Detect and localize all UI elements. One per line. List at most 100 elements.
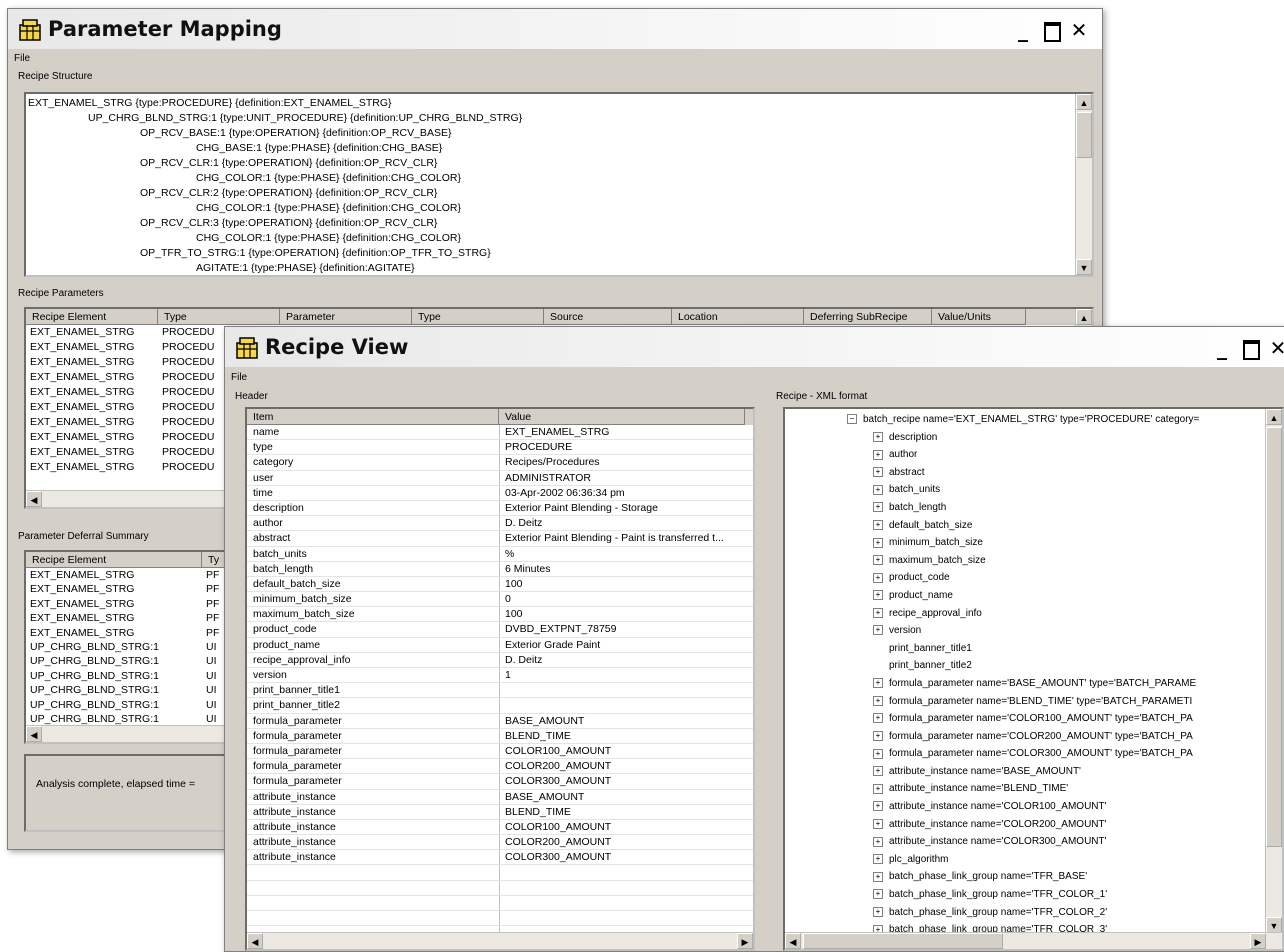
expand-icon[interactable]: +	[873, 431, 883, 442]
column-header[interactable]: Item	[247, 409, 499, 425]
xml-node[interactable]: + maximum_batch_size	[847, 552, 1266, 570]
table-row[interactable]: EXT_ENAMEL_STRG PROCEDU	[30, 460, 222, 475]
table-row[interactable]: attribute_instance COLOR200_AMOUNT	[247, 835, 753, 851]
column-header[interactable]: Type	[412, 309, 544, 325]
expand-icon[interactable]: +	[873, 695, 883, 706]
xml-root-node[interactable]: − batch_recipe name='EXT_ENAMEL_STRG' typ…	[847, 411, 1266, 429]
xml-node[interactable]: print_banner_title2	[847, 657, 1266, 675]
table-row[interactable]: EXT_ENAMEL_STRG PROCEDU	[30, 325, 222, 340]
xml-node[interactable]: + batch_phase_link_group name='TFR_COLOR_…	[847, 904, 1266, 922]
maximize-button[interactable]	[1237, 337, 1263, 360]
expand-icon[interactable]: +	[873, 783, 883, 794]
table-row[interactable]: UP_CHRG_BLND_STRG:1 UI	[30, 654, 246, 668]
structure-vertical-scrollbar[interactable]: ▲ ▼	[1075, 94, 1092, 275]
table-row[interactable]: type PROCEDURE	[247, 440, 753, 456]
table-row[interactable]: EXT_ENAMEL_STRG PROCEDU	[30, 340, 222, 355]
table-row[interactable]: attribute_instance BLEND_TIME	[247, 805, 753, 820]
table-row[interactable]: attribute_instance COLOR100_AMOUNT	[247, 820, 753, 836]
structure-line[interactable]: CHG_COLOR:1 {type:PHASE} {definition:CHG…	[28, 171, 522, 186]
scroll-left-arrow-icon[interactable]: ◀	[247, 933, 263, 949]
table-row[interactable]: formula_parameter COLOR100_AMOUNT	[247, 744, 753, 760]
table-row[interactable]: formula_parameter COLOR200_AMOUNT	[247, 759, 753, 775]
structure-line[interactable]: OP_RCV_CLR:3 {type:OPERATION} {definitio…	[28, 216, 522, 231]
title-bar[interactable]: Parameter Mapping _ ✕	[8, 9, 1102, 49]
structure-line[interactable]: OP_TFR_TO_STRG:1 {type:OPERATION} {defin…	[28, 246, 522, 261]
header-horizontal-scrollbar[interactable]: ◀ ▶	[247, 932, 753, 949]
xml-node[interactable]: + attribute_instance name='COLOR100_AMOUN…	[847, 798, 1266, 816]
recipe-xml-tree[interactable]: − batch_recipe name='EXT_ENAMEL_STRG' typ…	[783, 407, 1284, 951]
table-row[interactable]: attribute_instance BASE_AMOUNT	[247, 790, 753, 805]
table-row[interactable]: EXT_ENAMEL_STRG PF	[30, 582, 246, 596]
xml-node[interactable]: + attribute_instance name='COLOR300_AMOUN…	[847, 833, 1266, 851]
table-row[interactable]: EXT_ENAMEL_STRG PROCEDU	[30, 400, 222, 415]
xml-node[interactable]: + default_batch_size	[847, 517, 1266, 535]
scroll-left-arrow-icon[interactable]: ◀	[26, 491, 42, 507]
expand-icon[interactable]: +	[873, 572, 883, 583]
column-header[interactable]: Type	[158, 309, 280, 325]
xml-node[interactable]: + description	[847, 429, 1266, 447]
collapse-icon[interactable]: −	[847, 414, 857, 425]
table-row[interactable]: print_banner_title1	[247, 683, 753, 699]
structure-line[interactable]: CHG_BASE:1 {type:PHASE} {definition:CHG_…	[28, 141, 522, 156]
table-row[interactable]: author D. Deitz	[247, 516, 753, 532]
table-row[interactable]: formula_parameter BASE_AMOUNT	[247, 714, 753, 729]
table-row[interactable]: name EXT_ENAMEL_STRG	[247, 425, 753, 441]
structure-line[interactable]: CHG_COLOR:1 {type:PHASE} {definition:CHG…	[28, 231, 522, 246]
table-row[interactable]: EXT_ENAMEL_STRG PROCEDU	[30, 445, 222, 460]
table-row[interactable]: UP_CHRG_BLND_STRG:1 UI	[30, 698, 246, 712]
table-row[interactable]: maximum_batch_size 100	[247, 607, 753, 623]
xml-node[interactable]: + minimum_batch_size	[847, 534, 1266, 552]
expand-icon[interactable]: +	[873, 836, 883, 847]
expand-icon[interactable]: +	[873, 484, 883, 495]
table-row[interactable]: version 1	[247, 668, 753, 684]
table-row[interactable]: UP_CHRG_BLND_STRG:1 UI	[30, 683, 246, 697]
xml-node[interactable]: + product_code	[847, 569, 1266, 587]
scroll-left-arrow-icon[interactable]: ◀	[26, 726, 42, 742]
structure-line[interactable]: OP_RCV_CLR:1 {type:OPERATION} {definitio…	[28, 156, 522, 171]
xml-node[interactable]: + formula_parameter name='COLOR300_AMOUNT…	[847, 745, 1266, 763]
expand-icon[interactable]: +	[873, 537, 883, 548]
table-row[interactable]: batch_length 6 Minutes	[247, 562, 753, 577]
close-button[interactable]: ✕	[1066, 19, 1092, 41]
table-row[interactable]: minimum_batch_size 0	[247, 592, 753, 608]
table-row[interactable]: EXT_ENAMEL_STRG PF	[30, 611, 246, 625]
minimize-button[interactable]: _	[1209, 337, 1235, 359]
table-row[interactable]: print_banner_title2	[247, 698, 753, 714]
scroll-up-arrow-icon[interactable]: ▲	[1076, 309, 1092, 325]
xml-node[interactable]: + formula_parameter name='COLOR100_AMOUNT…	[847, 710, 1266, 728]
expand-icon[interactable]: +	[873, 889, 883, 900]
table-row[interactable]: EXT_ENAMEL_STRG PF	[30, 597, 246, 611]
expand-icon[interactable]: +	[873, 502, 883, 513]
table-row[interactable]: formula_parameter COLOR300_AMOUNT	[247, 774, 753, 790]
xml-node[interactable]: + batch_units	[847, 481, 1266, 499]
expand-icon[interactable]: +	[873, 678, 883, 689]
scroll-right-arrow-icon[interactable]: ▶	[737, 933, 753, 949]
column-header[interactable]: Value	[499, 409, 745, 425]
scroll-up-arrow-icon[interactable]: ▲	[1266, 409, 1282, 425]
table-row[interactable]: attribute_instance COLOR300_AMOUNT	[247, 850, 753, 866]
expand-icon[interactable]: +	[873, 819, 883, 830]
table-row[interactable]: EXT_ENAMEL_STRG PROCEDU	[30, 430, 222, 445]
xml-node[interactable]: + formula_parameter name='COLOR200_AMOUNT…	[847, 728, 1266, 746]
scroll-thumb[interactable]	[1076, 112, 1092, 158]
scroll-down-arrow-icon[interactable]: ▼	[1266, 917, 1282, 933]
table-row[interactable]: product_name Exterior Grade Paint	[247, 638, 753, 653]
xml-node[interactable]: + attribute_instance name='COLOR200_AMOUN…	[847, 816, 1266, 834]
column-header[interactable]: Recipe Element	[26, 552, 202, 568]
expand-icon[interactable]: +	[873, 449, 883, 460]
xml-node[interactable]: + formula_parameter name='BLEND_TIME' typ…	[847, 693, 1266, 711]
table-row[interactable]: time 03-Apr-2002 06:36:34 pm	[247, 486, 753, 501]
expand-icon[interactable]: +	[873, 748, 883, 759]
table-row[interactable]: description Exterior Paint Blending - Sto…	[247, 501, 753, 517]
table-row[interactable]: category Recipes/Procedures	[247, 455, 753, 471]
xml-node[interactable]: print_banner_title1	[847, 640, 1266, 658]
xml-node[interactable]: + attribute_instance name='BLEND_TIME'	[847, 780, 1266, 798]
expand-icon[interactable]: +	[873, 555, 883, 566]
table-row[interactable]: UP_CHRG_BLND_STRG:1 UI	[30, 640, 246, 654]
scroll-thumb[interactable]	[1266, 427, 1282, 847]
structure-line[interactable]: AGITATE:1 {type:PHASE} {definition:AGITA…	[28, 261, 522, 275]
expand-icon[interactable]: +	[873, 871, 883, 882]
scroll-up-arrow-icon[interactable]: ▲	[1076, 94, 1092, 110]
table-row[interactable]: EXT_ENAMEL_STRG PF	[30, 568, 246, 582]
title-bar[interactable]: Recipe View _ ✕	[225, 327, 1284, 367]
